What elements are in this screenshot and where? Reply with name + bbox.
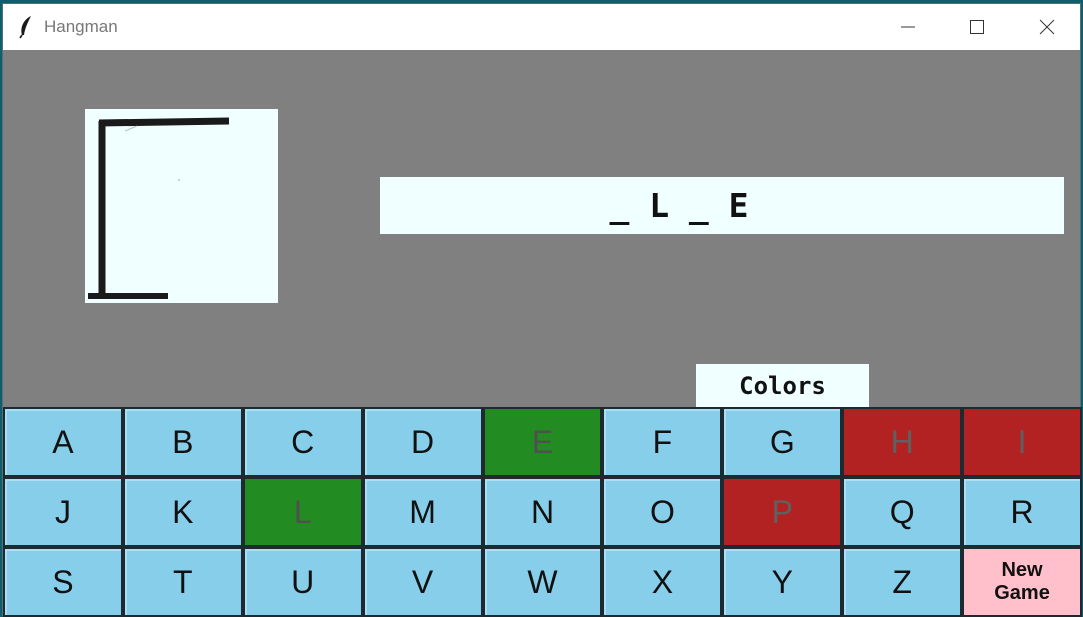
maximize-icon bbox=[970, 20, 984, 34]
key-z[interactable]: Z bbox=[842, 547, 963, 617]
minimize-button[interactable] bbox=[879, 4, 937, 50]
key-f[interactable]: F bbox=[602, 407, 723, 477]
new-game-label-line1: New bbox=[1001, 559, 1043, 581]
window-title: Hangman bbox=[44, 17, 118, 36]
new-game-label-line2: Game bbox=[994, 582, 1050, 604]
key-v[interactable]: V bbox=[362, 547, 483, 617]
minimize-icon bbox=[901, 26, 915, 28]
key-c[interactable]: C bbox=[242, 407, 363, 477]
word-display-panel: _ L _ E bbox=[380, 177, 1064, 234]
key-r[interactable]: R bbox=[962, 477, 1082, 547]
key-k[interactable]: K bbox=[122, 477, 243, 547]
key-t[interactable]: T bbox=[122, 547, 243, 617]
hangman-window: Hangman _ L _ E Colors A B C D E F G H I… bbox=[2, 3, 1082, 617]
key-m[interactable]: M bbox=[362, 477, 483, 547]
hangman-canvas bbox=[85, 109, 278, 303]
key-h[interactable]: H bbox=[842, 407, 963, 477]
key-x[interactable]: X bbox=[602, 547, 723, 617]
word-display: _ L _ E bbox=[609, 186, 749, 225]
key-s[interactable]: S bbox=[3, 547, 123, 617]
key-n[interactable]: N bbox=[482, 477, 603, 547]
new-game-button[interactable]: New Game bbox=[962, 547, 1082, 617]
key-u[interactable]: U bbox=[242, 547, 363, 617]
key-e[interactable]: E bbox=[482, 407, 603, 477]
maximize-button[interactable] bbox=[948, 4, 1006, 50]
title-bar[interactable]: Hangman bbox=[3, 4, 1080, 50]
key-b[interactable]: B bbox=[122, 407, 243, 477]
key-a[interactable]: A bbox=[3, 407, 123, 477]
close-button[interactable] bbox=[1018, 4, 1076, 50]
close-icon bbox=[1039, 19, 1055, 35]
key-j[interactable]: J bbox=[3, 477, 123, 547]
key-p[interactable]: P bbox=[722, 477, 843, 547]
feather-icon bbox=[19, 16, 31, 39]
key-w[interactable]: W bbox=[482, 547, 603, 617]
key-i[interactable]: I bbox=[962, 407, 1082, 477]
key-d[interactable]: D bbox=[362, 407, 483, 477]
key-q[interactable]: Q bbox=[842, 477, 963, 547]
key-g[interactable]: G bbox=[722, 407, 843, 477]
letter-keyboard: ABCDEFGHI JKLMNOPQR STUVWXYZ New Game bbox=[3, 407, 1082, 617]
gallows-drawing bbox=[88, 117, 230, 299]
key-l[interactable]: L bbox=[242, 477, 363, 547]
key-y[interactable]: Y bbox=[722, 547, 843, 617]
colors-button[interactable]: Colors bbox=[696, 364, 869, 407]
key-o[interactable]: O bbox=[602, 477, 723, 547]
